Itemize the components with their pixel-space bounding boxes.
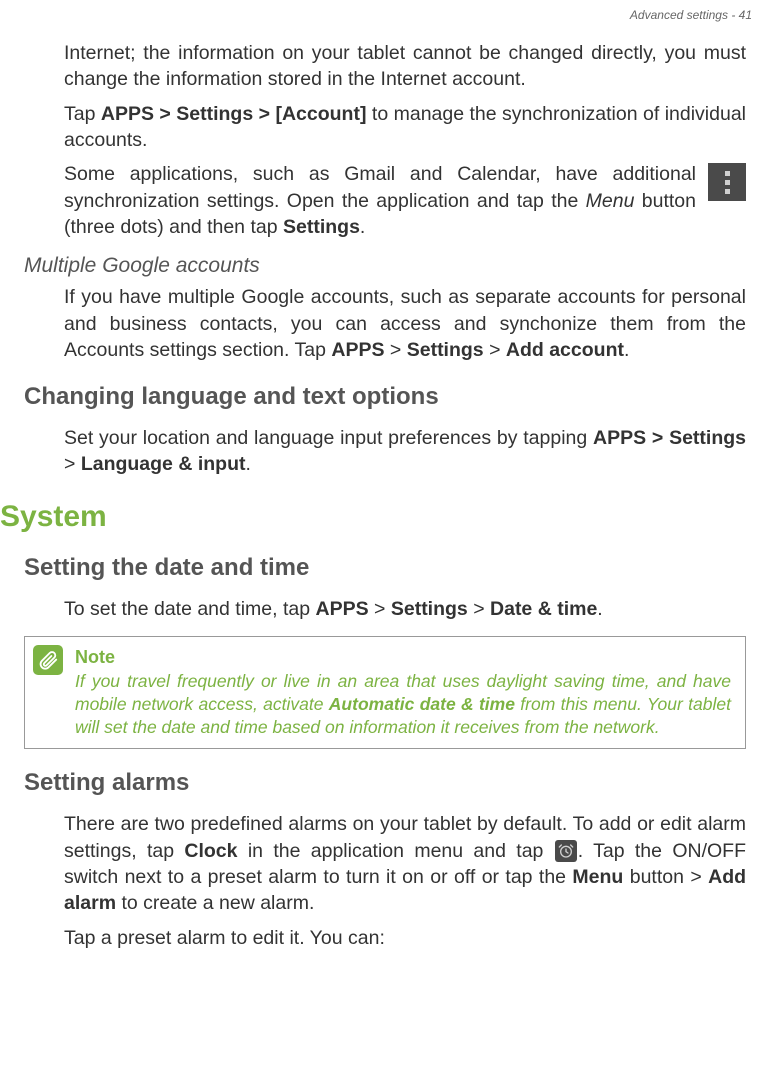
text: in the application menu and tap <box>238 840 554 862</box>
paragraph-alarms: There are two predefined alarms on your … <box>64 811 746 916</box>
heading-date-time: Setting the date and time <box>24 554 746 582</box>
text: Tap <box>64 103 101 125</box>
text: > <box>468 598 490 620</box>
bold-text: Settings <box>283 216 360 238</box>
subheading-multiple-accounts: Multiple Google accounts <box>24 254 746 278</box>
bold-text: APPS <box>331 339 384 361</box>
paragraph-date-time: To set the date and time, tap APPS > Set… <box>64 596 746 622</box>
paragraph-tap-account: Tap APPS > Settings > [Account] to manag… <box>64 101 746 154</box>
text: > <box>384 339 406 361</box>
heading-alarms: Setting alarms <box>24 769 746 797</box>
heading-system: System <box>0 500 746 534</box>
text: > <box>484 339 506 361</box>
paragraph-multiple-accounts: If you have multiple Google accounts, su… <box>64 284 746 363</box>
note-text: If you travel frequently or live in an a… <box>75 670 731 738</box>
bold-text: Clock <box>184 840 237 862</box>
note-title: Note <box>75 647 731 668</box>
page-header: Advanced settings - 41 <box>0 0 770 22</box>
text: To set the date and time, tap <box>64 598 316 620</box>
bold-text: Language & input <box>81 453 246 475</box>
bold-text: Date & time <box>490 598 597 620</box>
text: to create a new alarm. <box>116 892 314 914</box>
text: . <box>597 598 602 620</box>
bold-italic-text: Automatic date & time <box>329 694 515 714</box>
italic-text: Menu <box>586 190 635 212</box>
bold-text: Add account <box>506 339 624 361</box>
text: . <box>245 453 250 475</box>
bold-text: Settings <box>407 339 484 361</box>
note-box: Note If you travel frequently or live in… <box>24 636 746 749</box>
menu-dots-icon <box>708 163 746 201</box>
bold-text: APPS <box>316 598 369 620</box>
text: button > <box>623 866 708 888</box>
text: Set your location and language input pre… <box>64 427 593 449</box>
text: > <box>64 453 81 475</box>
header-text: Advanced settings - 41 <box>630 8 752 22</box>
paragraph-edit-alarm: Tap a preset alarm to edit it. You can: <box>64 925 746 951</box>
paragraph-sync-settings: Some applications, such as Gmail and Cal… <box>64 161 746 240</box>
text: . <box>624 339 629 361</box>
page-content: Internet; the information on your tablet… <box>0 22 770 951</box>
text: . <box>360 216 365 238</box>
heading-language: Changing language and text options <box>24 383 746 411</box>
bold-text: APPS > Settings > [Account] <box>101 103 367 125</box>
text: Internet; the information on your tablet… <box>64 42 746 90</box>
bold-text: APPS > Settings <box>593 427 746 449</box>
bold-text: Settings <box>391 598 468 620</box>
bold-text: Menu <box>572 866 623 888</box>
text: > <box>369 598 391 620</box>
note-icon <box>33 645 63 675</box>
paragraph-internet: Internet; the information on your tablet… <box>64 40 746 93</box>
alarm-clock-icon <box>555 840 577 862</box>
paperclip-icon <box>37 649 59 671</box>
paragraph-language: Set your location and language input pre… <box>64 425 746 478</box>
